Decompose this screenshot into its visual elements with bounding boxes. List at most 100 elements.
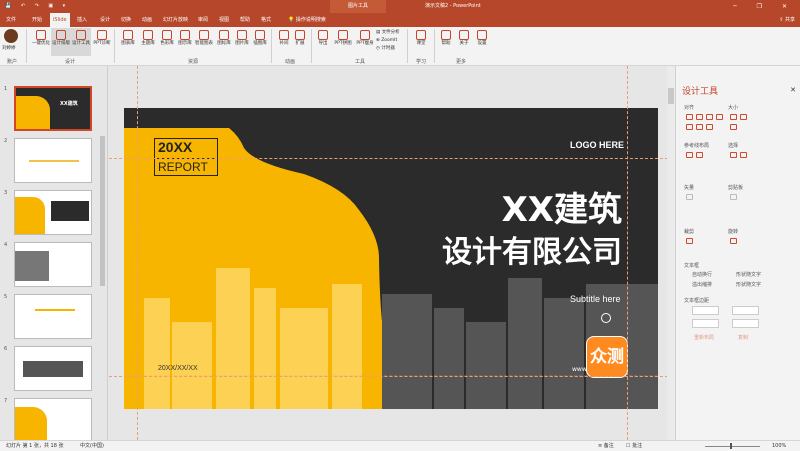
close-icon[interactable]: ✕ — [790, 86, 796, 94]
tab-view[interactable]: 视图 — [216, 13, 232, 27]
align-left-icon[interactable] — [686, 114, 693, 120]
slide-website[interactable]: www — [572, 366, 587, 373]
tell-me-search[interactable]: 💡 操作说明搜索 — [285, 13, 329, 27]
copy-link[interactable]: 复制 — [738, 334, 748, 341]
vector-icon[interactable] — [686, 194, 693, 200]
guide-layout-icon[interactable] — [696, 152, 703, 158]
export-button[interactable]: 导出 — [313, 28, 333, 56]
margin-right-input[interactable] — [732, 306, 759, 315]
tab-slideshow[interactable]: 幻灯片放映 — [160, 13, 191, 27]
thumbnail-scrollbar[interactable] — [100, 136, 105, 286]
scrollbar-thumb[interactable] — [668, 88, 674, 104]
language-indicator[interactable]: 中文(中国) — [80, 441, 104, 451]
design-layout-button[interactable]: 设计排版 — [51, 28, 71, 56]
notes-button[interactable]: ≡ 备注 — [598, 441, 614, 451]
report-badge[interactable]: 20XX REPORT — [154, 138, 218, 176]
illustration-library-button[interactable]: 插图库 — [250, 28, 270, 56]
tab-format[interactable]: 格式 — [258, 13, 274, 27]
window-controls[interactable]: ─ ❐ ✕ — [733, 0, 796, 13]
help-button[interactable]: 帮助 — [436, 28, 456, 56]
zoom-slider[interactable] — [705, 446, 760, 447]
zoom-level[interactable]: 100% — [772, 441, 786, 451]
select-similar-icon[interactable] — [730, 152, 737, 158]
tab-animations[interactable]: 动画 — [139, 13, 155, 27]
checkbox-fit-label[interactable]: 形状随文字 — [736, 281, 761, 288]
align-bottom-icon[interactable] — [706, 124, 713, 130]
margin-top-input[interactable] — [692, 319, 719, 328]
align-right-icon[interactable] — [706, 114, 713, 120]
same-width-icon[interactable] — [730, 114, 737, 120]
slide-thumbnail-5[interactable] — [14, 294, 92, 339]
tab-design[interactable]: 设计 — [97, 13, 113, 27]
same-size-icon[interactable] — [730, 124, 737, 130]
timer-button[interactable]: ◷ 计时器 — [376, 45, 395, 52]
slide-thumbnail-3[interactable] — [14, 190, 92, 235]
slide-title-line1[interactable]: XX建筑 — [502, 190, 622, 230]
align-middle-icon[interactable] — [696, 124, 703, 130]
align-top-icon[interactable] — [686, 124, 693, 130]
slide-date[interactable]: 20XX/XX/XX — [158, 365, 198, 372]
slide-1[interactable]: 20XX REPORT LOGO HERE XX建筑 设计有限公司 Subtit… — [124, 108, 658, 409]
rotate-handle-icon[interactable] — [601, 313, 611, 323]
color-library-button[interactable]: 色彩库 — [157, 28, 177, 56]
extend-button[interactable]: 扩展 — [290, 28, 310, 56]
one-click-optimize-button[interactable]: 一键优化 — [31, 28, 51, 56]
margin-left-input[interactable] — [692, 306, 719, 315]
tab-file[interactable]: 文件 — [3, 13, 19, 27]
tab-review[interactable]: 审阅 — [195, 13, 211, 27]
about-button[interactable]: 关于 — [454, 28, 474, 56]
select-all-icon[interactable] — [740, 152, 747, 158]
slide-thumbnail-1[interactable]: XX建筑 — [14, 86, 92, 131]
slide-title-line2[interactable]: 设计有限公司 — [442, 234, 622, 272]
avatar[interactable] — [4, 29, 18, 43]
quick-access-toolbar[interactable]: 💾 ↶ ↷ ▣ ▾ — [5, 0, 69, 13]
crop-icon[interactable] — [686, 238, 693, 244]
slide-thumbnail-2[interactable] — [14, 138, 92, 183]
theme-library-button[interactable]: 主题库 — [138, 28, 158, 56]
zoom-slider-thumb[interactable] — [730, 443, 732, 449]
canvas-scrollbar[interactable] — [667, 66, 675, 440]
same-height-icon[interactable] — [740, 114, 747, 120]
zoomit-button[interactable]: ⊕ ZoomIt — [376, 37, 397, 44]
slide-thumbnail-4[interactable] — [14, 242, 92, 287]
tab-help[interactable]: 帮助 — [237, 13, 253, 27]
clipboard-icon[interactable] — [730, 194, 737, 200]
guide-layout-icon[interactable] — [686, 152, 693, 158]
distribute-icon[interactable] — [716, 114, 723, 120]
ppt-diagnosis-button[interactable]: PPT诊断 — [92, 28, 112, 56]
tab-islide[interactable]: iSlide — [50, 13, 70, 27]
chart-library-button[interactable]: 图表库 — [118, 28, 138, 56]
watermark-logo[interactable]: 众测 — [586, 336, 628, 378]
relayout-link[interactable]: 重新布局 — [694, 334, 714, 341]
slide-subtitle[interactable]: Subtitle here — [570, 294, 621, 304]
slide-thumbnail-6[interactable] — [14, 346, 92, 391]
smart-chart-button[interactable]: 智能图表 — [194, 28, 214, 56]
rotate-icon[interactable] — [730, 238, 737, 244]
comments-button[interactable]: ☐ 批注 — [626, 441, 642, 451]
classroom-button[interactable]: 课堂 — [411, 28, 431, 56]
thumb-yellow-shape — [15, 407, 47, 442]
slide-number: 7 — [4, 398, 8, 404]
share-button[interactable]: ⇪ 共享 — [779, 13, 795, 27]
file-analysis-button[interactable]: ▤ 文件分析 — [376, 29, 400, 36]
icon-library-button[interactable]: 图标库 — [214, 28, 234, 56]
thumb-title: XX建筑 — [60, 101, 78, 107]
design-tools-button[interactable]: 设计工具 — [71, 28, 91, 56]
margin-bottom-input[interactable] — [732, 319, 759, 328]
ribbon-tabs: 文件 开始 iSlide 插入 设计 切换 动画 幻灯片放映 审阅 视图 帮助 … — [0, 13, 800, 27]
ppt-slim-button[interactable]: PPT瘦身 — [355, 28, 375, 56]
align-center-icon[interactable] — [696, 114, 703, 120]
tab-home[interactable]: 开始 — [29, 13, 45, 27]
ppt-puzzle-button[interactable]: PPT拼图 — [333, 28, 353, 56]
diagram-library-button[interactable]: 图示库 — [175, 28, 195, 56]
checkbox-overflow-label[interactable]: 溢出缩排 — [692, 281, 712, 288]
section-rotate: 旋转 — [728, 229, 739, 235]
settings-button[interactable]: 设置 — [472, 28, 492, 56]
checkbox-wrap-label[interactable]: 自动换行 — [692, 271, 712, 278]
checkbox-resize-label[interactable]: 形状随文字 — [736, 271, 761, 278]
tab-transitions[interactable]: 切换 — [118, 13, 134, 27]
logo-placeholder[interactable]: LOGO HERE — [570, 140, 624, 150]
image-library-button[interactable]: 图片库 — [232, 28, 252, 56]
slide-thumbnail-7[interactable] — [14, 398, 92, 443]
tab-insert[interactable]: 插入 — [74, 13, 90, 27]
